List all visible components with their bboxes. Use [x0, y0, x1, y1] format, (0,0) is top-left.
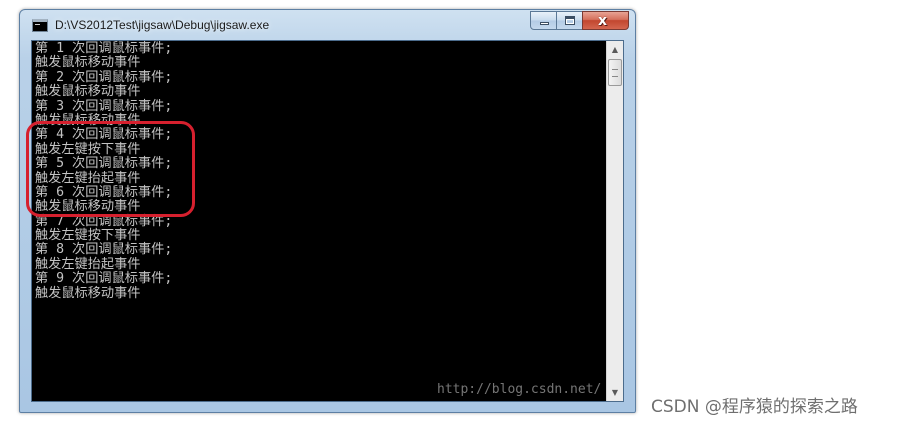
scroll-thumb[interactable]	[608, 59, 622, 86]
maximize-button[interactable]	[556, 11, 583, 30]
console-line: 第 3 次回调鼠标事件;	[35, 98, 173, 114]
scroll-up-arrow-icon[interactable]: ▲	[607, 41, 623, 58]
scroll-down-arrow-icon[interactable]: ▼	[607, 384, 623, 401]
caption-buttons: x	[530, 11, 629, 30]
window-title: D:\VS2012Test\jigsaw\Debug\jigsaw.exe	[55, 18, 270, 32]
vertical-scrollbar[interactable]: ▲ ▼	[606, 41, 623, 401]
csdn-watermark: CSDN @程序猿的探索之路	[651, 397, 858, 417]
close-icon: x	[598, 13, 608, 29]
console-line: 触发鼠标移动事件	[35, 55, 141, 71]
console-app-icon[interactable]	[32, 19, 48, 32]
console-line: 第 2 次回调鼠标事件;	[35, 69, 173, 85]
close-button[interactable]: x	[582, 11, 629, 30]
console-output[interactable]: 第 1 次回调鼠标事件; 触发鼠标移动事件第 2 次回调鼠标事件; 触发鼠标移动事件…	[31, 40, 624, 402]
minimize-button[interactable]	[530, 11, 557, 30]
console-line: 触发鼠标移动事件	[35, 285, 141, 301]
red-highlight-annotation	[26, 121, 195, 217]
console-line: 第 8 次回调鼠标事件;	[35, 242, 173, 258]
minimize-icon	[540, 22, 549, 25]
maximize-icon	[565, 16, 575, 25]
console-line: 第 9 次回调鼠标事件;	[35, 271, 173, 287]
console-line: 触发鼠标移动事件	[35, 84, 141, 100]
title-bar[interactable]: D:\VS2012Test\jigsaw\Debug\jigsaw.exe x	[20, 10, 635, 40]
blog-watermark: http://blog.csdn.net/	[437, 382, 602, 397]
